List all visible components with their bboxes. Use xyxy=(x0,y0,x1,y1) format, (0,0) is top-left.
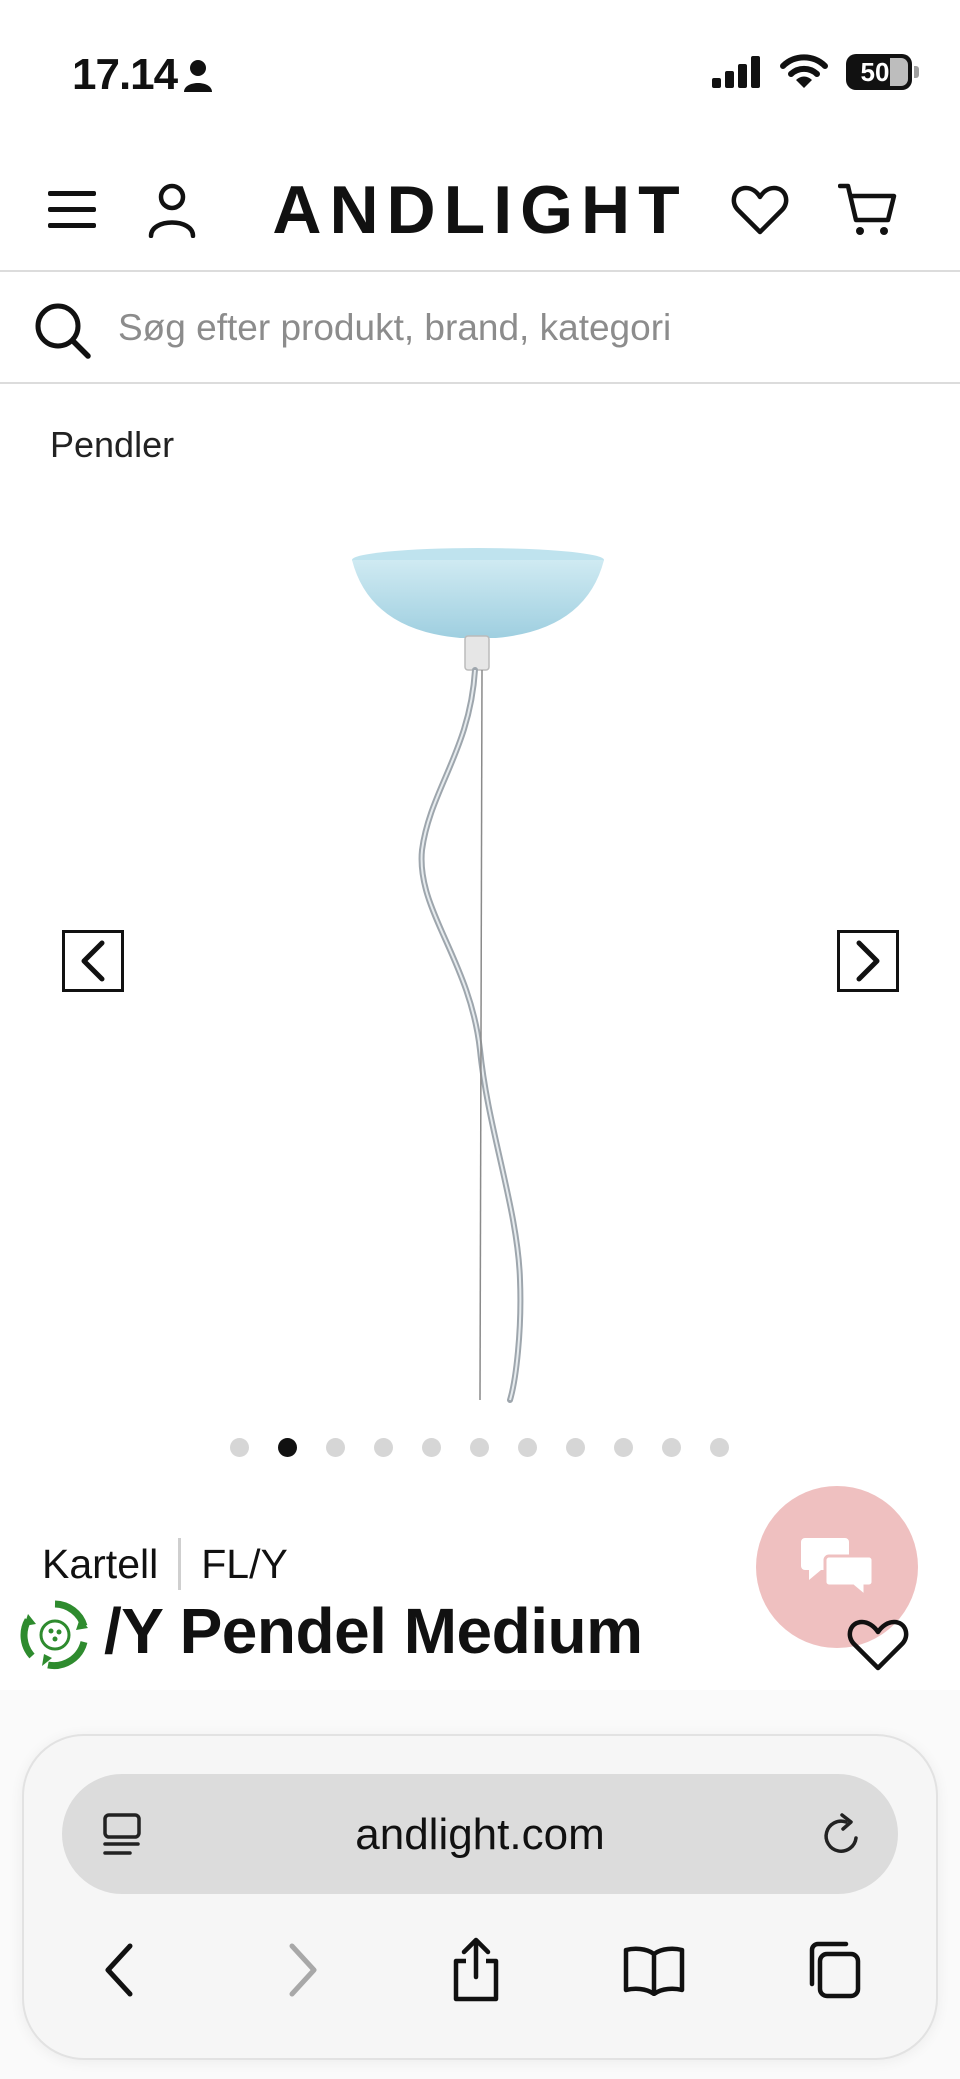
product-title: /Y Pendel Medium xyxy=(104,1595,643,1667)
gallery-dot[interactable] xyxy=(373,1438,393,1457)
chevron-left-icon xyxy=(81,940,105,982)
search-icon[interactable] xyxy=(32,300,92,360)
heart-icon xyxy=(731,185,789,235)
gallery-prev-button[interactable] xyxy=(62,930,124,992)
status-bar: 17.14 50 xyxy=(0,0,960,150)
battery-level: 50 xyxy=(860,57,890,87)
gallery-dot[interactable] xyxy=(229,1438,249,1457)
site-header: ANDLIGHT xyxy=(0,150,960,272)
search-bar xyxy=(0,272,960,384)
browser-forward-button[interactable] xyxy=(262,1930,342,2010)
collection-link[interactable]: FL/Y xyxy=(201,1541,288,1588)
browser-back-button[interactable] xyxy=(80,1930,160,2010)
gallery-dot[interactable] xyxy=(421,1438,441,1457)
breadcrumb-category[interactable]: Pendler xyxy=(50,424,174,466)
brand-divider xyxy=(178,1538,182,1590)
user-icon xyxy=(148,183,196,238)
chevron-right-icon xyxy=(289,1943,317,1997)
address-bar[interactable]: andlight.com xyxy=(62,1774,898,1894)
product-image[interactable] xyxy=(330,530,630,1410)
battery-icon: 50 xyxy=(846,54,919,90)
wifi-icon xyxy=(780,54,828,88)
share-button[interactable] xyxy=(436,1930,516,2010)
reload-icon[interactable] xyxy=(820,1812,864,1858)
book-icon xyxy=(623,1946,685,1996)
status-icons: 50 xyxy=(712,54,919,90)
cart-button[interactable] xyxy=(838,180,898,240)
menu-button[interactable] xyxy=(42,180,102,240)
menu-icon xyxy=(48,191,96,228)
status-time: 17.14 xyxy=(72,50,178,99)
gallery-pagination xyxy=(0,1438,960,1457)
gallery-next-button[interactable] xyxy=(837,930,899,992)
url-text[interactable]: andlight.com xyxy=(262,1810,698,1860)
cart-icon xyxy=(838,183,897,235)
tabs-button[interactable] xyxy=(792,1930,872,2010)
wishlist-button[interactable] xyxy=(730,180,790,240)
search-input[interactable] xyxy=(118,296,918,360)
tabs-icon xyxy=(809,1941,861,1999)
product-wishlist-icon[interactable] xyxy=(846,1612,910,1676)
recycle-badge-icon xyxy=(20,1600,88,1670)
share-icon xyxy=(453,1937,499,2002)
chevron-right-icon xyxy=(856,940,880,982)
gallery-dot[interactable] xyxy=(661,1438,681,1457)
brand-link[interactable]: Kartell xyxy=(42,1541,158,1588)
brand-row: Kartell FL/Y xyxy=(42,1538,288,1590)
gallery-dot[interactable] xyxy=(517,1438,537,1457)
chevron-left-icon xyxy=(105,1943,133,1997)
gallery-dot[interactable] xyxy=(613,1438,633,1457)
site-logo[interactable]: ANDLIGHT xyxy=(270,174,690,246)
cellular-signal-icon xyxy=(712,56,760,88)
person-icon xyxy=(184,60,212,92)
gallery-dot[interactable] xyxy=(469,1438,489,1457)
gallery-dot[interactable] xyxy=(277,1438,297,1457)
chat-bubbles-icon xyxy=(801,1538,875,1600)
gallery-dot[interactable] xyxy=(565,1438,585,1457)
gallery-dot[interactable] xyxy=(325,1438,345,1457)
account-button[interactable] xyxy=(142,180,202,240)
gallery-dot[interactable] xyxy=(709,1438,729,1457)
bookmarks-button[interactable] xyxy=(614,1930,694,2010)
reader-mode-icon[interactable] xyxy=(102,1812,146,1858)
